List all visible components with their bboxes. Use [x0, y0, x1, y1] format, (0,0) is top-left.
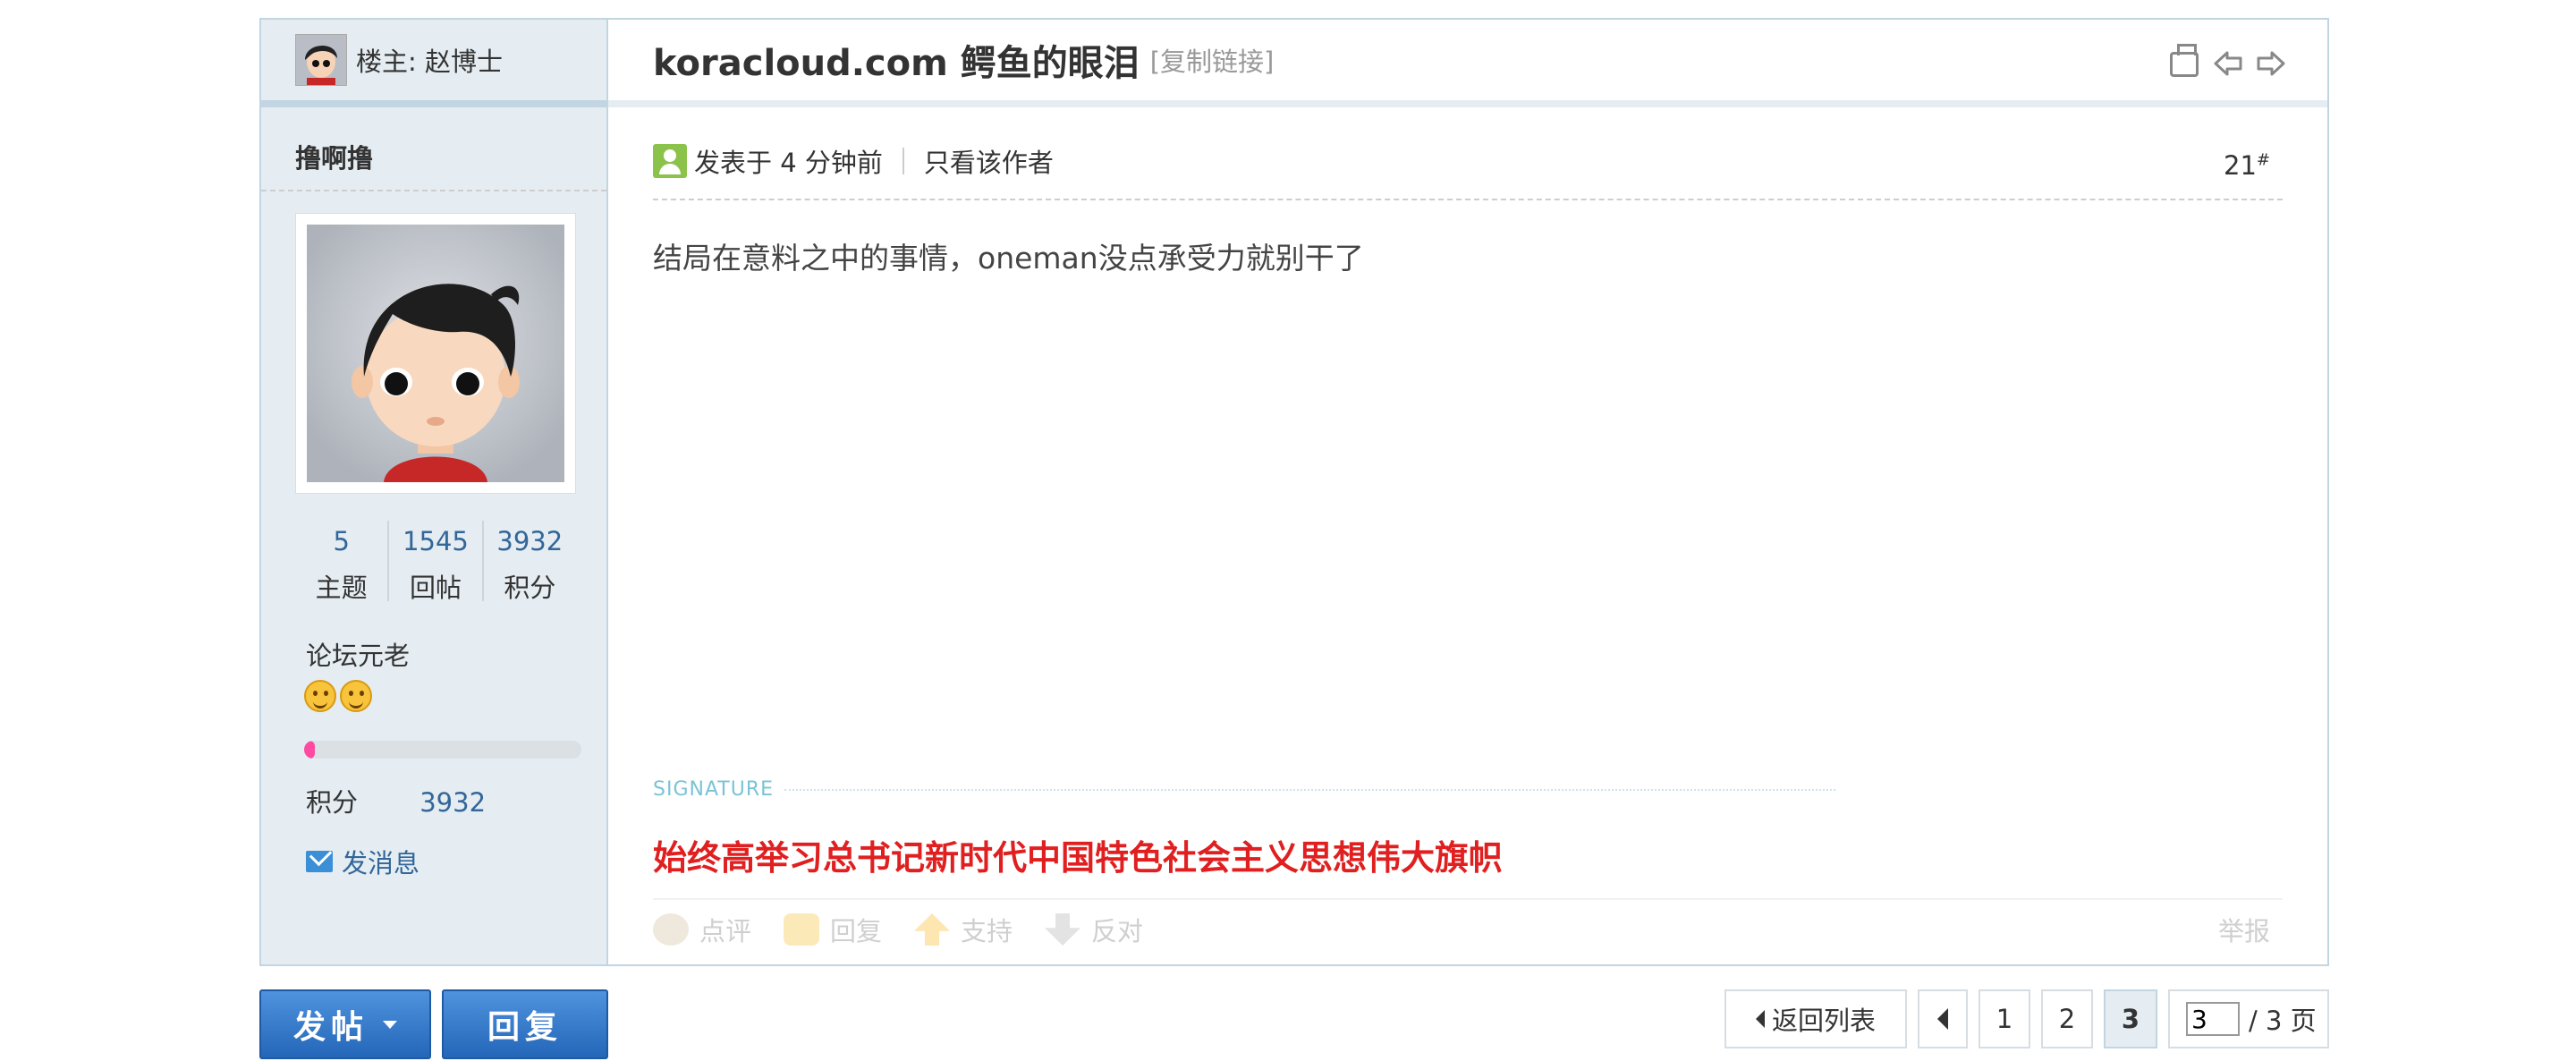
comment-label: 点评 — [699, 916, 752, 946]
reply-button[interactable]: 回复 — [442, 989, 608, 1059]
stat-points-label: 积分 — [504, 573, 556, 603]
reply-label: 回复 — [830, 916, 883, 946]
current-page: 3 — [2104, 989, 2157, 1048]
author-avatar[interactable] — [295, 213, 576, 494]
pagination: 返回列表 1 2 3 / 3 页 — [1724, 989, 2329, 1048]
post-content: 结局在意料之中的事情，oneman没点承受力就别干了 — [653, 241, 1364, 276]
reply-action[interactable]: 回复 — [784, 911, 882, 948]
only-author-link[interactable]: 只看该作者 — [924, 142, 1054, 180]
support-label: 支持 — [961, 916, 1013, 946]
thumb-up-icon — [914, 913, 951, 946]
thumb-down-icon — [1045, 913, 1081, 946]
mail-icon — [306, 851, 333, 872]
smiley-icon — [304, 680, 336, 712]
title-bar: koracloud.com 鳄鱼的眼泪 [复制链接] — [608, 20, 2327, 107]
post-main: koracloud.com 鳄鱼的眼泪 [复制链接] 发表于 4 分钟前 只看该… — [608, 20, 2327, 964]
stat-threads-count: 5 — [333, 526, 350, 556]
author-stats: 5 主题 1545 回帖 3932 积分 — [295, 521, 576, 603]
online-user-icon — [653, 144, 687, 178]
copy-link[interactable]: [复制链接] — [1150, 41, 1275, 79]
meta-divider — [902, 148, 904, 174]
smiley-icon — [340, 680, 372, 712]
signature-text: 始终高举习总书记新时代中国特色社会主义思想伟大旗帜 — [653, 838, 1504, 878]
stat-points[interactable]: 3932 积分 — [484, 521, 576, 603]
rank-stars — [304, 680, 372, 712]
points-row: 积分 3932 — [306, 782, 486, 819]
points-progress-bar — [304, 741, 581, 759]
next-thread-icon[interactable] — [2256, 48, 2286, 79]
send-message-link[interactable]: 发消息 — [306, 843, 419, 880]
prev-thread-icon[interactable] — [2213, 48, 2243, 79]
floor-number[interactable]: 21# — [2224, 150, 2270, 181]
print-icon[interactable] — [2170, 44, 2200, 79]
op-label: 楼主: 赵博士 — [356, 47, 503, 77]
report-link[interactable]: 举报 — [2218, 911, 2270, 948]
stat-points-count: 3932 — [496, 526, 564, 556]
stat-threads[interactable]: 5 主题 — [295, 521, 390, 603]
author-name[interactable]: 撸啊撸 — [261, 107, 606, 177]
user-rank[interactable]: 论坛元老 — [306, 635, 410, 673]
stat-replies-count: 1545 — [402, 526, 469, 556]
new-post-label: 发帖 — [292, 1009, 369, 1046]
send-message-label: 发消息 — [342, 848, 420, 879]
title-toolbar — [2170, 44, 2286, 79]
new-post-button[interactable]: 发帖 — [259, 989, 431, 1059]
comment-action[interactable]: 点评 — [653, 911, 751, 948]
signature-label: SIGNATURE — [653, 778, 775, 801]
author-divider — [261, 190, 606, 191]
author-sidebar: 楼主: 赵博士 撸啊撸 5 主题 1545 回帖 3932 积分 论坛元老 积分… — [261, 20, 608, 964]
signature-line — [784, 788, 1835, 791]
post-meta: 发表于 4 分钟前 只看该作者 21# — [653, 136, 2283, 200]
stat-replies[interactable]: 1545 回帖 — [389, 521, 484, 603]
page-jump-input[interactable] — [2186, 1002, 2240, 1036]
reply-button-label: 回复 — [487, 1009, 563, 1046]
triangle-left-icon — [1755, 1010, 1765, 1028]
comment-icon — [653, 913, 689, 946]
signature-divider: SIGNATURE — [653, 778, 1835, 801]
back-to-list-button[interactable]: 返回列表 — [1724, 989, 1907, 1048]
reply-icon — [784, 913, 820, 946]
support-action[interactable]: 支持 — [914, 911, 1013, 948]
points-value: 3932 — [419, 787, 487, 818]
oppose-action[interactable]: 反对 — [1045, 911, 1143, 948]
back-to-list-label: 返回列表 — [1771, 1006, 1876, 1036]
prev-page-button[interactable] — [1918, 989, 1968, 1048]
page-jump: / 3 页 — [2168, 989, 2329, 1048]
post-actions: 点评 回复 支持 反对 举报 — [653, 898, 2283, 959]
page-total: / 3 页 — [2249, 1006, 2317, 1036]
op-avatar[interactable] — [295, 34, 347, 86]
floor-mark: # — [2256, 150, 2270, 170]
floor-value: 21 — [2224, 150, 2257, 181]
stat-replies-label: 回帖 — [409, 573, 462, 603]
op-header: 楼主: 赵博士 — [261, 20, 606, 107]
thread-title: koracloud.com 鳄鱼的眼泪 — [653, 43, 1140, 84]
post-frame: 楼主: 赵博士 撸啊撸 5 主题 1545 回帖 3932 积分 论坛元老 积分… — [259, 18, 2329, 966]
triangle-left-icon — [1937, 1008, 1948, 1030]
page-link[interactable]: 2 — [2041, 989, 2093, 1048]
stat-threads-label: 主题 — [315, 573, 368, 603]
page-link[interactable]: 1 — [1979, 989, 2030, 1048]
post-time: 发表于 4 分钟前 — [694, 148, 883, 178]
points-progress-fill — [304, 741, 316, 759]
oppose-label: 反对 — [1091, 916, 1144, 946]
points-label: 积分 — [306, 787, 359, 818]
caret-down-icon — [383, 1020, 397, 1029]
